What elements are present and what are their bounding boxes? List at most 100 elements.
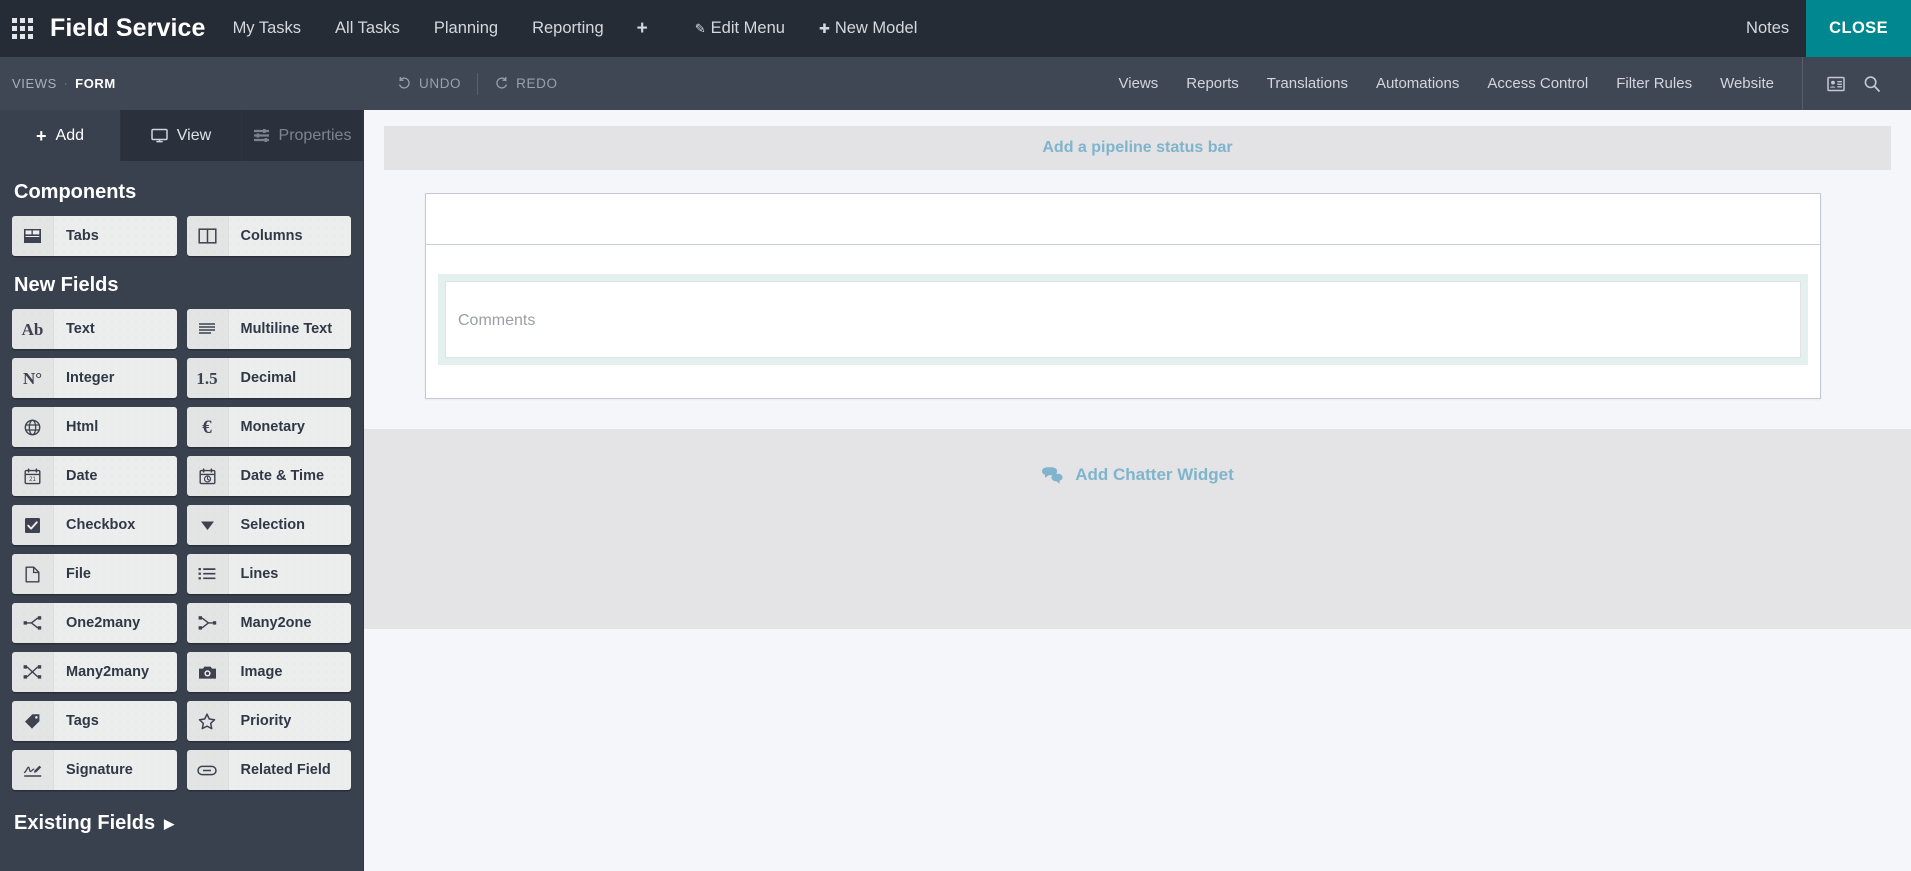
redo-button[interactable]: REDO: [478, 76, 573, 91]
chevron-right-icon: ▶: [164, 815, 175, 831]
field-tile-date[interactable]: 21 Date: [12, 456, 177, 496]
field-tile-label: Many2one: [240, 615, 312, 631]
field-tile-lines[interactable]: Lines: [186, 554, 351, 594]
field-tile-label: Html: [66, 419, 99, 435]
tab-translations[interactable]: Translations: [1253, 75, 1362, 92]
field-tile-label: Checkbox: [66, 517, 136, 533]
component-tile-label: Columns: [240, 228, 303, 244]
tab-reports[interactable]: Reports: [1172, 75, 1253, 92]
caret-down-icon: [187, 505, 229, 545]
field-tile-selection[interactable]: Selection: [186, 505, 351, 545]
multiline-text-icon: [187, 309, 229, 349]
sidebar-tab-add[interactable]: + Add: [0, 110, 121, 161]
field-tile-many2many[interactable]: Many2many: [12, 652, 177, 692]
one2many-icon: [12, 603, 54, 643]
new-model-button[interactable]: ✚ New Model: [802, 0, 934, 57]
field-tile-monetary[interactable]: € Monetary: [186, 407, 351, 447]
plus-icon: ✚: [818, 20, 830, 36]
calendar-clock-icon: [187, 456, 229, 496]
field-tile-image[interactable]: Image: [186, 652, 351, 692]
decimal-icon: 1.5: [187, 358, 229, 398]
checkbox-icon: [12, 505, 54, 545]
field-tile-many2one[interactable]: Many2one: [186, 603, 351, 643]
form-sheet-body: Comments: [426, 245, 1820, 398]
field-tile-priority[interactable]: Priority: [186, 701, 351, 741]
field-tile-text[interactable]: Ab Text: [12, 309, 177, 349]
file-icon: [12, 554, 54, 594]
field-tile-signature[interactable]: Signature: [12, 750, 177, 790]
contact-card-icon[interactable]: [1827, 76, 1845, 92]
nav-item-all-tasks[interactable]: All Tasks: [318, 0, 417, 57]
sidebar-tab-properties[interactable]: Properties: [242, 110, 363, 161]
field-tile-label: Integer: [66, 370, 115, 386]
edit-menu-button[interactable]: ✎ Edit Menu: [678, 0, 802, 57]
tag-icon: [12, 701, 54, 741]
tabs-icon: [12, 216, 54, 256]
field-tile-tags[interactable]: Tags: [12, 701, 177, 741]
chat-bubbles-icon: [1042, 467, 1063, 484]
add-pipeline-status-bar-placeholder[interactable]: Add a pipeline status bar: [384, 126, 1891, 170]
breadcrumb-views[interactable]: VIEWS: [12, 76, 57, 91]
editor-body: + Add View Properties Components Tabs Co…: [0, 110, 1911, 871]
field-tile-label: Date & Time: [240, 468, 325, 484]
field-tile-label: Date: [66, 468, 98, 484]
tab-filter-rules[interactable]: Filter Rules: [1602, 75, 1706, 92]
add-chatter-widget-label: Add Chatter Widget: [1075, 465, 1234, 484]
nav-item-label: All Tasks: [335, 19, 400, 37]
undo-icon: [399, 76, 410, 89]
euro-icon: €: [187, 407, 229, 447]
tab-automations[interactable]: Automations: [1362, 75, 1473, 92]
tab-access-control[interactable]: Access Control: [1473, 75, 1602, 92]
nav-item-planning[interactable]: Planning: [417, 0, 515, 57]
form-sheet-header[interactable]: [426, 194, 1820, 245]
sliders-icon: [253, 128, 270, 143]
field-tile-date-time[interactable]: Date & Time: [186, 456, 351, 496]
field-tile-one2many[interactable]: One2many: [12, 603, 177, 643]
search-icon[interactable]: [1863, 75, 1881, 93]
add-chatter-widget-button[interactable]: Add Chatter Widget: [1041, 465, 1234, 485]
comments-placeholder: Comments: [458, 312, 536, 329]
toolbar-icon-group: [1802, 57, 1903, 110]
close-button[interactable]: CLOSE: [1806, 0, 1911, 57]
field-tile-label: Tags: [66, 713, 99, 729]
sidebar-tabs: + Add View Properties: [0, 110, 363, 161]
comments-field[interactable]: Comments: [438, 274, 1808, 365]
apps-menu-button[interactable]: [0, 0, 44, 57]
field-tile-label: Lines: [240, 566, 279, 582]
nav-item-label: Planning: [433, 19, 499, 37]
svg-text:21: 21: [29, 477, 36, 483]
many2one-icon: [187, 603, 229, 643]
nav-item-reporting[interactable]: Reporting: [515, 0, 621, 57]
field-tile-html[interactable]: Html: [12, 407, 177, 447]
tab-website[interactable]: Website: [1706, 75, 1788, 92]
field-tile-decimal[interactable]: 1.5 Decimal: [186, 358, 351, 398]
field-tile-multiline-text[interactable]: Multiline Text: [186, 309, 351, 349]
undo-button[interactable]: UNDO: [381, 76, 477, 91]
nav-item-my-tasks[interactable]: My Tasks: [216, 0, 318, 57]
tab-label: Website: [1720, 75, 1774, 92]
star-icon: [187, 701, 229, 741]
component-tile-tabs[interactable]: Tabs: [12, 216, 177, 256]
field-tile-file[interactable]: File: [12, 554, 177, 594]
field-tile-related-field[interactable]: Related Field: [186, 750, 351, 790]
existing-fields-toggle[interactable]: Existing Fields ▶: [14, 812, 351, 835]
tab-views[interactable]: Views: [1105, 75, 1173, 92]
edit-menu-label: Edit Menu: [710, 19, 785, 37]
breadcrumb: VIEWS · FORM: [0, 76, 116, 91]
nav-item-label: My Tasks: [232, 19, 302, 37]
sidebar-tab-view[interactable]: View: [121, 110, 242, 161]
field-tile-integer[interactable]: N° Integer: [12, 358, 177, 398]
components-grid: Tabs Columns: [12, 216, 351, 256]
notes-button[interactable]: Notes: [1729, 0, 1806, 57]
nav-add-menu-button[interactable]: +: [621, 0, 664, 57]
component-tile-columns[interactable]: Columns: [186, 216, 351, 256]
field-tile-checkbox[interactable]: Checkbox: [12, 505, 177, 545]
close-label: CLOSE: [1829, 19, 1888, 37]
calendar-icon: 21: [12, 456, 54, 496]
breadcrumb-current: FORM: [75, 76, 116, 91]
new-model-label: New Model: [834, 19, 918, 37]
sidebar-tab-label: Properties: [278, 126, 352, 144]
chatter-drop-area: Add Chatter Widget: [364, 429, 1911, 629]
field-tile-label: Priority: [240, 713, 292, 729]
form-sheet-wrapper: Comments: [364, 170, 1911, 399]
